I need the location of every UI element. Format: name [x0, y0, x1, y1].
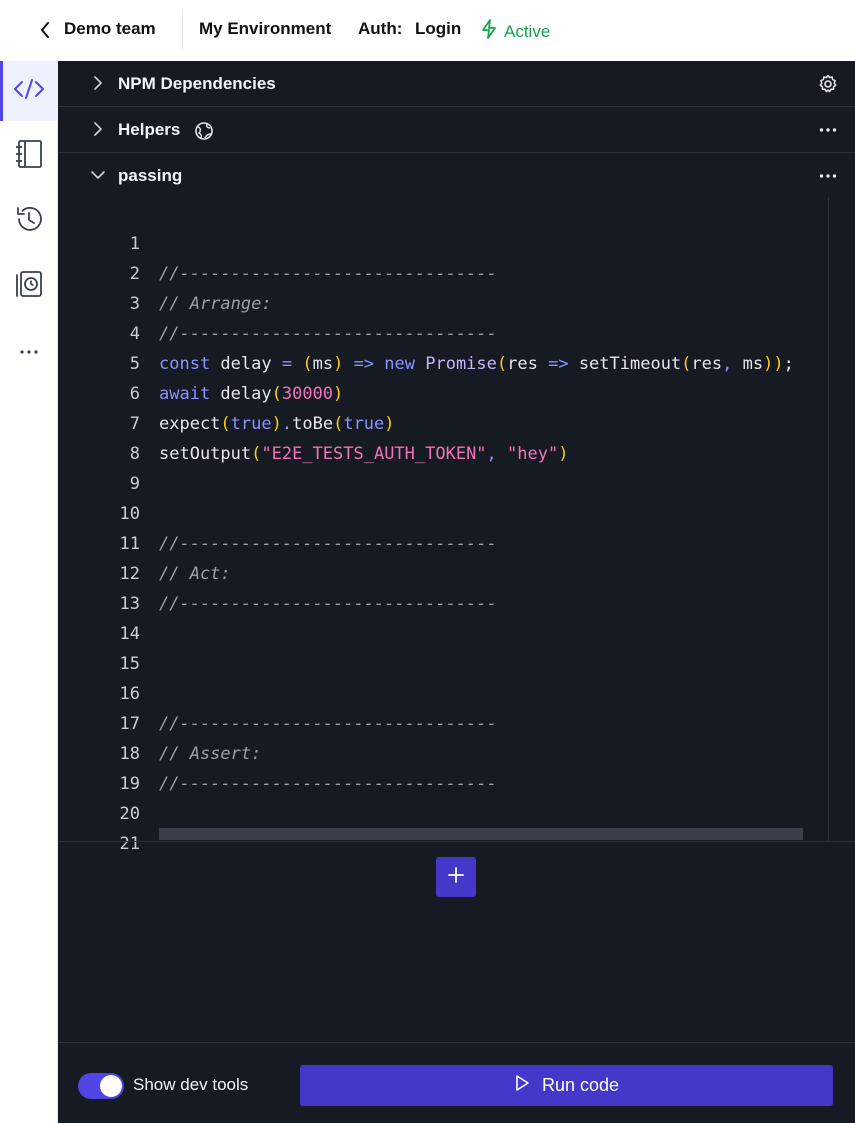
header-divider — [182, 10, 183, 50]
code-line: 2 // Arrange: — [58, 229, 855, 314]
play-icon — [514, 1074, 530, 1097]
back-chevron-icon[interactable] — [36, 20, 54, 40]
code-line: 8 — [58, 409, 855, 464]
section-title[interactable]: NPM Dependencies — [118, 74, 276, 94]
line-number: 21 — [119, 834, 140, 854]
code-line: 11 // Act: — [58, 499, 855, 584]
code-line: 4 const delay = (ms) => new Promise(res … — [58, 289, 855, 374]
left-rail — [0, 61, 58, 1123]
section-npm-dependencies[interactable]: NPM Dependencies — [58, 61, 855, 107]
dev-tools-toggle[interactable] — [78, 1073, 124, 1099]
current-line-highlight — [159, 469, 855, 499]
top-header: Demo team My Environment Auth: Login Act… — [0, 0, 855, 61]
code-line: 1 //------------------------------- — [58, 199, 855, 284]
editor-vertical-scrollbar[interactable] — [828, 197, 854, 841]
code-line: 6 expect(true).toBe(true) — [58, 349, 855, 434]
code-icon — [13, 78, 45, 105]
code-editor[interactable]: 1 //------------------------------- 2 //… — [58, 199, 855, 854]
rail-notebook-button[interactable] — [0, 126, 58, 186]
rail-history-button[interactable] — [0, 191, 58, 251]
history-icon — [14, 204, 44, 239]
environment-name[interactable]: My Environment — [199, 19, 331, 39]
globe-icon — [194, 121, 214, 146]
rail-code-button[interactable] — [0, 61, 58, 121]
section-title[interactable]: Helpers — [118, 120, 180, 140]
code-line: 14 — [58, 589, 855, 644]
code-line: 15 — [58, 619, 855, 674]
code-line: 9 — [58, 439, 855, 494]
plus-icon — [447, 866, 465, 889]
status-label: Active — [504, 21, 551, 41]
lightning-icon — [480, 19, 498, 44]
rail-recordings-button[interactable] — [0, 256, 58, 316]
run-code-button[interactable]: Run code — [300, 1065, 833, 1106]
add-block-button[interactable] — [436, 857, 476, 897]
bottom-toolbar: Show dev tools Run code — [58, 1042, 855, 1123]
auth-label: Auth: — [358, 19, 403, 38]
section-title[interactable]: passing — [118, 166, 182, 186]
team-name[interactable]: Demo team — [64, 19, 156, 39]
chevron-down-icon[interactable] — [90, 167, 106, 183]
auth-value[interactable]: Login — [415, 19, 461, 39]
more-icon[interactable] — [817, 165, 839, 187]
editor-divider — [58, 841, 855, 842]
code-line: 21 — [58, 799, 855, 854]
section-helpers[interactable]: Helpers — [58, 107, 855, 153]
editor-horizontal-scrollbar[interactable] — [159, 828, 803, 840]
notebook-icon — [14, 139, 44, 174]
more-icon[interactable] — [817, 119, 839, 141]
rail-more-button[interactable] — [0, 321, 58, 381]
code-line: 20 — [58, 769, 855, 824]
code-line: 5 await delay(30000) — [58, 319, 855, 404]
main-panel: NPM Dependencies Helpers passing 1 //---… — [58, 61, 855, 1123]
code-line: 18 //------------------------------- — [58, 709, 855, 794]
recording-icon — [14, 269, 44, 304]
more-icon — [19, 342, 39, 360]
code-line: 16 //------------------------------- — [58, 649, 855, 734]
code-line: 12 //------------------------------- — [58, 529, 855, 614]
section-passing[interactable]: passing — [58, 153, 855, 199]
code-line: 7 setOutput("E2E_TESTS_AUTH_TOKEN", "hey… — [58, 379, 855, 464]
status-indicator: Active — [480, 19, 550, 44]
code-line: 3 //------------------------------- — [58, 259, 855, 344]
code-line: 17 // Assert: — [58, 679, 855, 764]
code-line: 13 — [58, 559, 855, 614]
chevron-right-icon[interactable] — [90, 121, 106, 137]
dev-tools-label: Show dev tools — [133, 1075, 249, 1094]
code-line: 10 //------------------------------- — [58, 469, 855, 554]
gear-icon[interactable] — [817, 73, 839, 95]
run-code-label: Run code — [541, 1075, 620, 1095]
code-line: 19 — [58, 739, 855, 794]
toggle-knob — [100, 1075, 122, 1097]
chevron-right-icon[interactable] — [90, 75, 106, 91]
